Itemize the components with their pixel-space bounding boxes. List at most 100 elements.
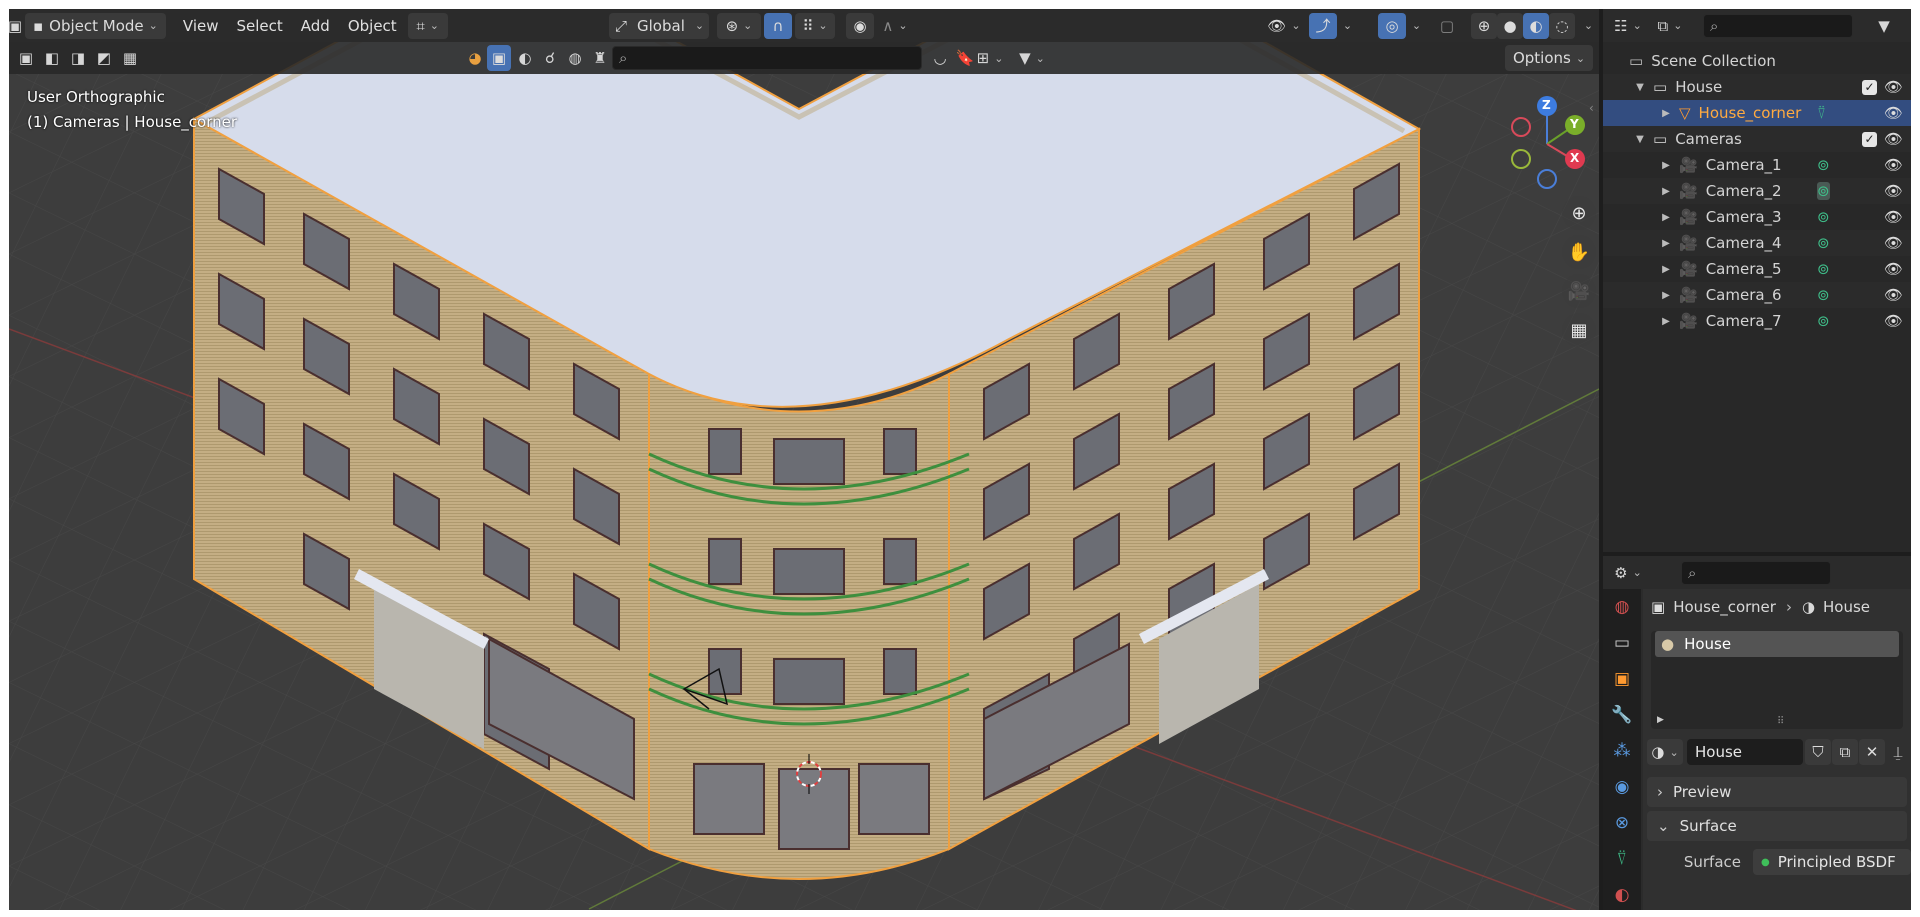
wireframe-shading-icon[interactable]: ⊕ [1471,12,1497,39]
gizmo-toggle-icon[interactable]: ⤴ [1309,12,1337,39]
constraints-tab-icon[interactable]: ⊗ [1603,805,1641,841]
material-name-field[interactable]: House [1687,739,1803,765]
overlay-toggle-icon[interactable]: ◎ [1378,12,1406,39]
camera-data-icon[interactable]: ⊚ [1817,286,1830,304]
outliner-search-input[interactable]: ⌕ [1703,13,1853,38]
object-tab-icon[interactable]: ▣ [1603,661,1641,697]
material-slot-list[interactable]: ● House ▶ ⠿ [1651,631,1903,729]
preview-panel-header[interactable]: › Preview [1647,777,1907,807]
camera-data-icon[interactable]: ⊚ [1817,260,1830,278]
eye-icon[interactable]: 👁 [1884,286,1903,304]
mesh-filter-icon[interactable]: ▣ [487,45,511,71]
outliner-row-house[interactable]: ▼ ▭ House ✓ 👁 [1603,74,1911,100]
eye-icon[interactable]: 👁 [1884,208,1903,226]
eye-icon[interactable]: 👁 [1884,182,1903,200]
browse-material-icon[interactable]: ◑ ⌄ [1647,739,1683,765]
outliner-row-camera-3[interactable]: ▶ 🎥 Camera_3 ⊚ 👁 [1603,204,1911,230]
eye-icon[interactable]: 👁 [1884,130,1903,148]
expand-right-icon[interactable]: ▶ [1659,316,1673,327]
asset-search-input[interactable]: ⌕ [612,46,922,70]
eye-icon[interactable]: 👁 [1884,312,1903,330]
expand-right-icon[interactable]: ▶ [1659,264,1673,275]
select-extend-icon[interactable]: ◧ [39,45,65,71]
duplicate-material-icon[interactable]: ⧉ [1832,739,1858,765]
node-filter-icon[interactable]: ⍊ [1891,739,1905,765]
eye-icon[interactable]: 👁 [1884,234,1903,252]
particles-tab-icon[interactable]: ⁂ [1603,733,1641,769]
camera-data-icon[interactable]: ⊚ [1817,312,1830,330]
zoom-icon[interactable]: ⊕ [1562,196,1596,230]
sidebar-toggle-icon[interactable]: ‹ [1589,101,1594,115]
pan-hand-icon[interactable]: ✋ [1562,235,1596,269]
eye-icon[interactable]: 👁 [1884,156,1903,174]
shading-dropdown[interactable]: ⌄ [1577,13,1595,39]
surface-shader-field[interactable]: ● Principled BSDF [1753,849,1911,875]
bookmark-icon[interactable]: 🔖 [952,45,978,71]
orientation-dropdown[interactable]: ⤢ Global ⌄ [609,12,709,39]
expand-right-icon[interactable]: ▶ [1659,108,1673,119]
menu-select[interactable]: Select [228,13,292,39]
xray-toggle-icon[interactable]: ▢ [1434,13,1460,39]
collapse-icon[interactable]: ◡ [927,45,953,71]
3d-viewport[interactable]: Z Y X ⊕ ✋ 🎥 ▦ User Orthographic (1) Came… [9,9,1599,910]
select-box-icon[interactable]: ▣ [13,45,39,71]
outliner-row-camera-1[interactable]: ▶ 🎥 Camera_1 ⊚ 👁 [1603,152,1911,178]
expand-right-icon[interactable]: ▶ [1659,290,1673,301]
grid-view-icon[interactable]: ▦ [1562,313,1596,347]
modifier-tab-icon[interactable]: 🔧 [1603,697,1641,733]
color-wheel-icon[interactable]: ◕ [462,45,488,71]
snap-toggle-icon[interactable]: ∩ [764,12,792,39]
outliner-row-house-corner[interactable]: ▶ ▽ House_corner ⍢ 👁 [1603,100,1911,126]
outliner-row-camera-6[interactable]: ▶ 🎥 Camera_6 ⊚ 👁 [1603,282,1911,308]
expand-right-icon[interactable]: ▶ [1659,238,1673,249]
filter-icon[interactable]: ▼ [1871,13,1897,39]
menu-view[interactable]: View [174,13,228,39]
outliner-row-camera-2[interactable]: ▶ 🎥 Camera_2 ⊚ 👁 [1603,178,1911,204]
material-slot-row[interactable]: ● House [1655,631,1899,657]
axis-y-label[interactable]: Y [1570,117,1579,131]
expand-right-icon[interactable]: ▶ [1659,160,1673,171]
axis-z-label[interactable]: Z [1542,98,1551,112]
material-tab-icon[interactable]: ◐ [1603,877,1641,910]
data-tab-icon[interactable]: ⍢ [1603,841,1641,877]
expand-right-icon[interactable]: ▶ [1659,186,1673,197]
select-invert-icon[interactable]: ◩ [91,45,117,71]
outliner-row-camera-4[interactable]: ▶ 🎥 Camera_4 ⊚ 👁 [1603,230,1911,256]
eye-icon[interactable]: 👁 [1884,104,1903,122]
properties-editor-icon[interactable]: ⚙ ⌄ [1609,560,1647,586]
expand-down-icon[interactable]: ▼ [1633,82,1647,93]
lights-filter-icon[interactable]: ☌ [537,45,563,71]
scene-collection-row[interactable]: ▭ Scene Collection [1603,48,1911,74]
collection-tab-icon[interactable]: ▭ [1603,625,1641,661]
menu-add[interactable]: Add [292,13,339,39]
outliner-row-cameras[interactable]: ▼ ▭ Cameras ✓ 👁 [1603,126,1911,152]
axis-x-label[interactable]: X [1570,151,1579,165]
expand-down-icon[interactable]: ▼ [1633,134,1647,145]
falloff-icon[interactable]: ∧ ⌄ [875,13,915,39]
editor-type-icon[interactable]: ▣ [9,13,22,39]
eye-icon[interactable]: 👁 [1884,78,1903,96]
display-mode-icon[interactable]: ⧉ ⌄ [1651,13,1689,39]
solid-shading-icon[interactable]: ● [1497,12,1523,39]
pivot-dropdown[interactable]: ⊛ ⌄ [717,12,761,39]
eye-icon[interactable]: 👁 [1884,260,1903,278]
fake-user-icon[interactable]: ⛉ [1805,739,1831,765]
proportional-edit-icon[interactable]: ◉ [846,12,874,39]
camera-data-icon[interactable]: ⊚ [1817,156,1830,174]
sort-icon[interactable]: ⊞ ⌄ [977,45,1004,71]
checkbox-icon[interactable]: ✓ [1862,131,1877,147]
outliner-row-camera-5[interactable]: ▶ 🎥 Camera_5 ⊚ 👁 [1603,256,1911,282]
physics-tab-icon[interactable]: ◉ [1603,769,1641,805]
snap-target-dropdown[interactable]: ⠿ ⌄ [795,12,835,39]
select-subtract-icon[interactable]: ◨ [65,45,91,71]
gizmo-dropdown[interactable]: ⌄ [1337,13,1353,39]
world-filter-icon[interactable]: ◍ [562,45,588,71]
outliner-row-camera-7[interactable]: ▶ 🎥 Camera_7 ⊚ 👁 [1603,308,1911,334]
checkbox-icon[interactable]: ✓ [1862,79,1877,95]
mesh-data-icon[interactable]: ⍢ [1817,104,1826,122]
filter-icon[interactable]: ▼ ⌄ [1019,45,1045,71]
hierarchy-filter-icon[interactable]: ♜ [587,45,613,71]
expand-right-icon[interactable]: ▶ [1657,715,1664,725]
options-dropdown[interactable]: Options ⌄ [1505,45,1593,71]
select-intersect-icon[interactable]: ▦ [117,45,143,71]
